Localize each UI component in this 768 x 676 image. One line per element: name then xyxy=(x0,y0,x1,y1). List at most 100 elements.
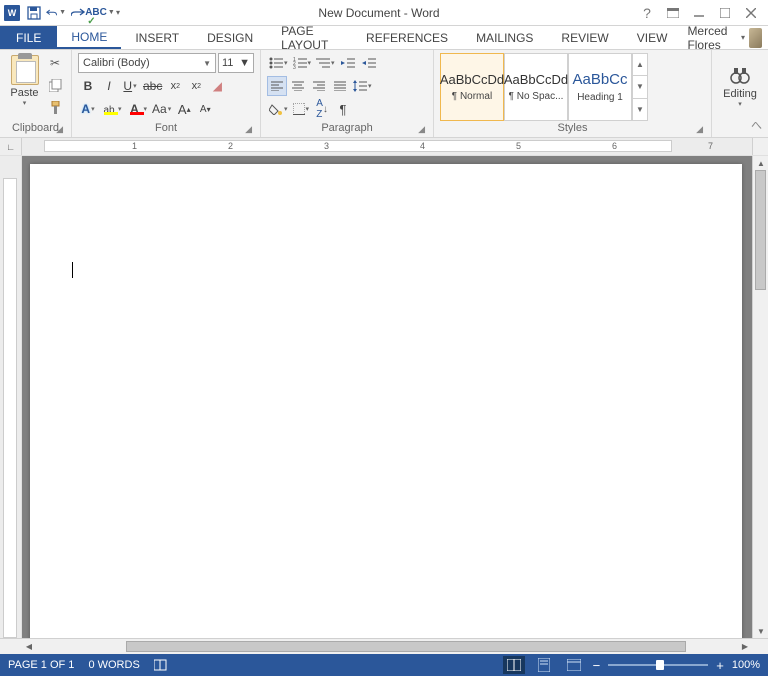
minimize-button[interactable] xyxy=(686,2,712,24)
scroll-right-button[interactable]: ▶ xyxy=(738,639,752,655)
show-marks-button[interactable]: ¶ xyxy=(333,99,353,119)
spelling-button[interactable]: ABC✓▼ xyxy=(90,3,110,23)
strikethrough-button[interactable]: abc xyxy=(141,76,164,96)
undo-button[interactable]: ▼ xyxy=(46,3,66,23)
underline-button[interactable]: U▾ xyxy=(120,76,140,96)
style-normal[interactable]: AaBbCcDd ¶ Normal xyxy=(440,53,504,121)
group-label-clipboard: Clipboard xyxy=(12,122,59,134)
tab-design[interactable]: DESIGN xyxy=(193,26,267,49)
word-app-icon: W xyxy=(4,5,20,21)
group-styles: AaBbCcDd ¶ Normal AaBbCcDd ¶ No Spac... … xyxy=(434,50,712,137)
tab-view[interactable]: VIEW xyxy=(623,26,682,49)
align-left-icon xyxy=(271,81,283,91)
justify-button[interactable] xyxy=(330,76,350,96)
sort-button[interactable]: AZ↓ xyxy=(312,99,332,119)
styles-scroll-down[interactable]: ▼ xyxy=(633,76,647,98)
horizontal-scrollbar[interactable]: ◀ ▶ xyxy=(0,638,768,654)
line-spacing-button[interactable]: ▾ xyxy=(351,76,374,96)
tab-mailings[interactable]: MAILINGS xyxy=(462,26,547,49)
multilevel-list-button[interactable]: ▾ xyxy=(314,53,337,73)
save-button[interactable] xyxy=(24,3,44,23)
page-status[interactable]: PAGE 1 OF 1 xyxy=(8,659,74,671)
font-launcher[interactable]: ◢ xyxy=(245,122,252,136)
group-clipboard: Paste ▾ ✂ Clipboard◢ xyxy=(0,50,72,137)
styles-launcher[interactable]: ◢ xyxy=(696,122,703,136)
align-center-button[interactable] xyxy=(288,76,308,96)
vertical-scroll-thumb[interactable] xyxy=(755,170,766,290)
text-effects-button[interactable]: A▾ xyxy=(78,99,98,119)
styles-scroll-up[interactable]: ▲ xyxy=(633,54,647,76)
ruler-row: ∟ 1 2 3 4 5 6 7 xyxy=(0,138,768,156)
styles-expand[interactable]: ▼ xyxy=(633,99,647,120)
tab-review[interactable]: REVIEW xyxy=(547,26,622,49)
tab-page-layout[interactable]: PAGE LAYOUT xyxy=(267,26,352,49)
subscript-button[interactable]: x2 xyxy=(165,76,185,96)
paste-button[interactable]: Paste ▾ xyxy=(6,53,43,121)
tab-insert[interactable]: INSERT xyxy=(121,26,193,49)
align-center-icon xyxy=(292,81,304,91)
grow-font-button[interactable]: A▴ xyxy=(174,99,194,119)
tab-selector[interactable]: ∟ xyxy=(0,138,22,155)
help-button[interactable]: ? xyxy=(634,2,660,24)
borders-button[interactable]: ▾ xyxy=(291,99,312,119)
paragraph-launcher[interactable]: ◢ xyxy=(418,122,425,136)
tab-home[interactable]: HOME xyxy=(57,26,121,49)
font-name-combo[interactable]: Calibri (Body)▼ xyxy=(78,53,216,73)
ribbon-tabs: FILE HOME INSERT DESIGN PAGE LAYOUT REFE… xyxy=(0,26,768,50)
numbering-button[interactable]: 123▾ xyxy=(291,53,314,73)
zoom-level[interactable]: 100% xyxy=(732,659,760,671)
close-button[interactable] xyxy=(738,2,764,24)
web-layout-button[interactable] xyxy=(563,656,585,674)
scissors-icon: ✂ xyxy=(50,56,60,70)
decrease-indent-button[interactable] xyxy=(338,53,358,73)
group-label-font: Font xyxy=(155,122,177,134)
group-font: Calibri (Body)▼ 11▼ B I U▾ abc x2 x2 ◢ A… xyxy=(72,50,261,137)
avatar xyxy=(749,28,762,48)
copy-button[interactable] xyxy=(45,75,65,95)
group-label-paragraph: Paragraph xyxy=(321,122,372,134)
scroll-left-button[interactable]: ◀ xyxy=(22,639,36,655)
align-left-button[interactable] xyxy=(267,76,287,96)
document-view[interactable] xyxy=(22,156,752,638)
bullets-button[interactable]: ▾ xyxy=(267,53,290,73)
font-color-button[interactable]: A▾ xyxy=(125,99,150,119)
proofing-status[interactable] xyxy=(154,658,168,672)
word-count[interactable]: 0 WORDS xyxy=(88,659,139,671)
horizontal-ruler[interactable]: 1 2 3 4 5 6 7 xyxy=(22,138,752,155)
shading-button[interactable]: ▾ xyxy=(267,99,290,119)
change-case-button[interactable]: Aa▾ xyxy=(150,99,173,119)
scroll-up-button[interactable]: ▲ xyxy=(753,156,768,170)
style-heading1[interactable]: AaBbCc Heading 1 xyxy=(568,53,632,121)
italic-button[interactable]: I xyxy=(99,76,119,96)
superscript-button[interactable]: x2 xyxy=(186,76,206,96)
maximize-button[interactable] xyxy=(712,2,738,24)
horizontal-scroll-thumb[interactable] xyxy=(126,641,686,652)
cut-button[interactable]: ✂ xyxy=(45,53,65,73)
vertical-ruler[interactable] xyxy=(0,156,22,638)
scroll-down-button[interactable]: ▼ xyxy=(753,624,768,638)
page[interactable] xyxy=(30,164,742,638)
clipboard-launcher[interactable]: ◢ xyxy=(56,122,63,136)
highlight-button[interactable]: ab▾ xyxy=(99,99,124,119)
account-menu[interactable]: Merced Flores ▾ xyxy=(681,26,768,49)
qat-customize-button[interactable]: ▾ xyxy=(112,3,124,23)
read-mode-button[interactable] xyxy=(503,656,525,674)
increase-indent-button[interactable] xyxy=(359,53,379,73)
font-color-swatch-icon xyxy=(130,112,144,115)
shrink-font-button[interactable]: A▾ xyxy=(195,99,215,119)
vertical-scrollbar[interactable]: ▲ ▼ xyxy=(752,156,768,638)
style-no-spacing[interactable]: AaBbCcDd ¶ No Spac... xyxy=(504,53,568,121)
tab-references[interactable]: REFERENCES xyxy=(352,26,462,49)
ribbon-display-button[interactable] xyxy=(660,2,686,24)
tab-file[interactable]: FILE xyxy=(0,26,57,49)
align-right-button[interactable] xyxy=(309,76,329,96)
zoom-slider[interactable] xyxy=(608,664,708,666)
editing-button[interactable]: Editing ▾ xyxy=(718,53,762,121)
ribbon: Paste ▾ ✂ Clipboard◢ Calibri (Body)▼ 11▼… xyxy=(0,50,768,138)
collapse-ribbon-button[interactable]: へ xyxy=(751,117,762,133)
clear-formatting-button[interactable]: ◢ xyxy=(207,76,227,96)
font-size-combo[interactable]: 11▼ xyxy=(218,53,254,73)
bold-button[interactable]: B xyxy=(78,76,98,96)
print-layout-button[interactable] xyxy=(533,656,555,674)
format-painter-button[interactable] xyxy=(45,97,65,117)
